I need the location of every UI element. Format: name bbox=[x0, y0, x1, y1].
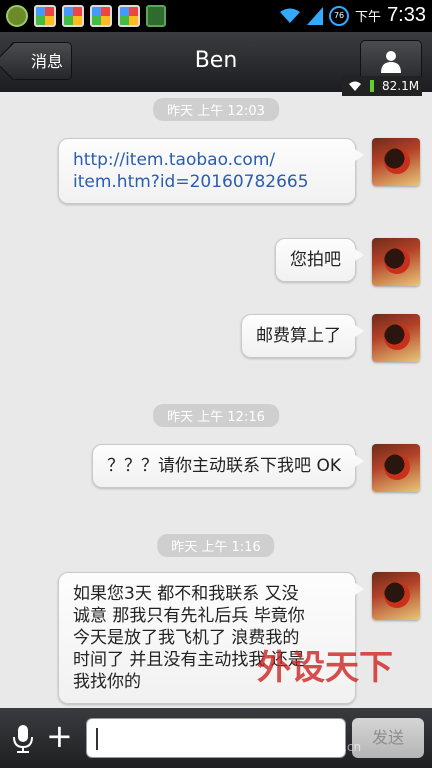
app-icon bbox=[62, 5, 84, 27]
app-icon bbox=[34, 5, 56, 27]
message-bubble[interactable]: http://item.taobao.com/ item.htm?id=2016… bbox=[58, 138, 364, 204]
message-bubble[interactable]: 您拍吧 bbox=[275, 238, 364, 282]
app-icon bbox=[90, 5, 112, 27]
notification-icons bbox=[6, 5, 166, 27]
text-cursor bbox=[96, 728, 98, 750]
network-speed-overlay: 82.1M bbox=[342, 76, 422, 96]
watermark-url: www.pcwaishe.cn bbox=[255, 740, 362, 754]
message-text: 诚意 那我只有先礼后兵 毕竟你 bbox=[73, 606, 305, 626]
message-text: 邮费算上了 bbox=[256, 326, 341, 346]
signal-icon bbox=[307, 6, 324, 25]
network-speed: 82.1M bbox=[382, 79, 420, 93]
wifi-icon bbox=[280, 8, 301, 23]
avatar[interactable] bbox=[372, 238, 420, 286]
timestamp: 昨天 上午 12:03 bbox=[153, 98, 279, 121]
avatar[interactable] bbox=[372, 138, 420, 186]
watermark-logo: 外设天下 bbox=[257, 648, 393, 688]
speed-indicator bbox=[370, 80, 374, 92]
message-bubble[interactable]: 邮费算上了 bbox=[241, 314, 364, 358]
microphone-icon[interactable] bbox=[12, 724, 34, 754]
message-bubble[interactable]: ？？？请你主动联系下我吧 OK bbox=[92, 444, 364, 488]
wifi-icon bbox=[349, 81, 361, 91]
chat-area[interactable]: 昨天 上午 12:03 http://item.taobao.com/ item… bbox=[0, 92, 432, 708]
send-button[interactable]: 发送 bbox=[352, 718, 424, 758]
avatar[interactable] bbox=[372, 572, 420, 620]
message-text: ？？？请你主动联系下我吧 OK bbox=[107, 456, 341, 476]
avatar[interactable] bbox=[372, 444, 420, 492]
person-icon bbox=[381, 51, 401, 73]
back-button-label: 消息 bbox=[30, 52, 63, 71]
app-icon bbox=[146, 5, 166, 27]
message-text: 如果您3天 都不和我联系 又没 bbox=[73, 584, 299, 604]
status-ampm: 下午 bbox=[355, 10, 382, 25]
status-bar: 76 下午 7:33 bbox=[0, 0, 432, 32]
battery-icon: 76 bbox=[329, 5, 350, 26]
timestamp: 昨天 上午 1:16 bbox=[157, 534, 275, 557]
message-link-line[interactable]: item.htm?id=20160782665 bbox=[73, 171, 341, 193]
message-link-line[interactable]: http://item.taobao.com/ bbox=[73, 149, 341, 171]
status-time: 7:33 bbox=[387, 4, 426, 26]
app-icon bbox=[6, 5, 28, 27]
timestamp: 昨天 上午 12:16 bbox=[153, 404, 279, 427]
app-icon bbox=[118, 5, 140, 27]
input-bar: + 发送 bbox=[0, 708, 432, 768]
avatar[interactable] bbox=[372, 314, 420, 362]
add-icon[interactable]: + bbox=[46, 720, 73, 752]
message-text: 您拍吧 bbox=[290, 250, 341, 270]
